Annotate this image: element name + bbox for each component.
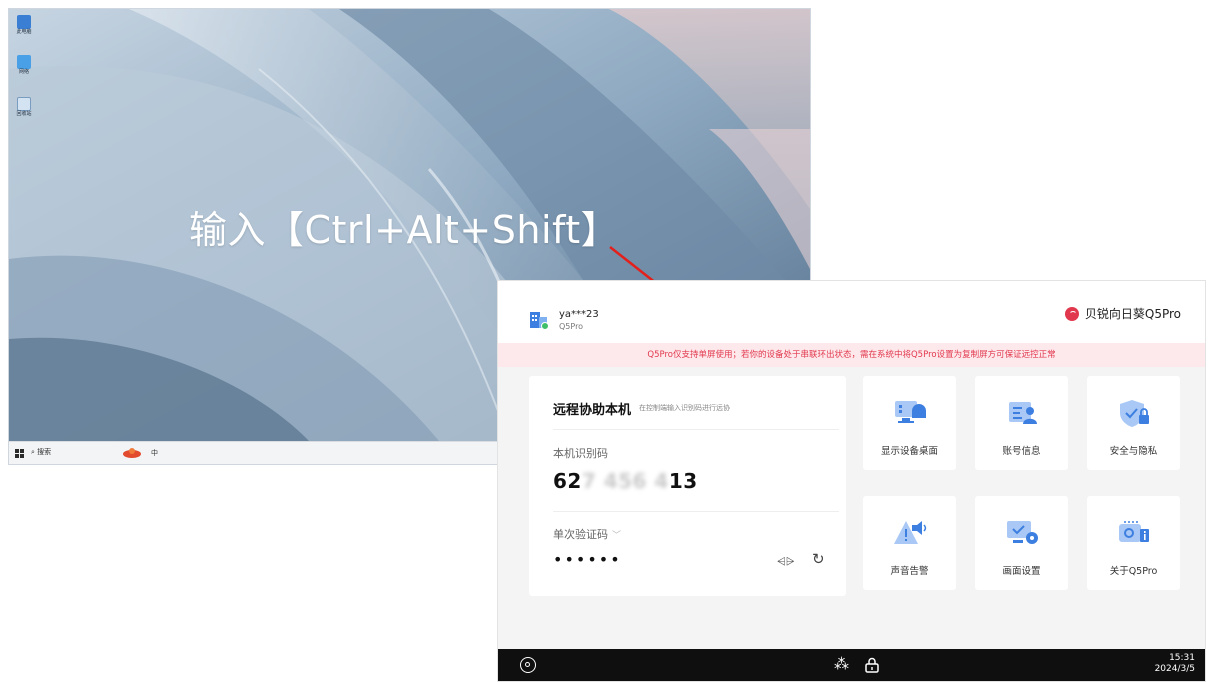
desktop-icon-label: 网络 [18, 69, 29, 75]
tile-about[interactable]: 关于Q5Pro [1087, 496, 1180, 590]
clock: 15:31 2024/3/5 [1155, 653, 1195, 675]
taskbar-search[interactable]: ⌕ 搜索 [31, 447, 51, 457]
divider [553, 429, 839, 430]
taskbar-search-label: 搜索 [37, 448, 52, 456]
display-desktop-icon [895, 401, 926, 423]
tile-label: 声音告警 [890, 566, 929, 577]
panel-status-bar: ⁂ 15:31 2024/3/5 [498, 649, 1205, 681]
shortcut-hint: 输入【Ctrl+Alt+Shift】 [189, 208, 620, 252]
display-settings-icon [1007, 521, 1038, 544]
sunflower-logo-icon [1064, 306, 1079, 321]
brand-logo: 贝锐向日葵Q5Pro [1064, 305, 1181, 322]
computer-icon [17, 15, 31, 29]
brand-name: 贝锐向日葵Q5Pro [1084, 307, 1181, 321]
account-name: ya***23 [559, 309, 599, 320]
eye-closed-icon[interactable]: ⩤⩥ [777, 555, 795, 569]
security-privacy-icon [1120, 400, 1149, 427]
tile-security-privacy[interactable]: 安全与隐私 [1087, 376, 1180, 470]
network-icon [17, 55, 31, 69]
about-icon [1119, 521, 1149, 542]
tile-sound-alert[interactable]: 声音告警 [863, 496, 956, 590]
recycle-bin-icon [17, 97, 31, 111]
tile-display-settings[interactable]: 画面设置 [975, 496, 1068, 590]
refresh-icon[interactable]: ↻ [812, 550, 825, 568]
desktop-icon-label: 回收站 [16, 111, 32, 117]
divider [553, 511, 839, 512]
settings-icon[interactable] [520, 657, 536, 673]
device-code-suffix: 13 [668, 469, 698, 493]
start-icon[interactable] [15, 449, 24, 458]
otp-label: 单次验证码 [553, 528, 608, 541]
desktop-icon-computer[interactable]: 此电脑 [13, 15, 35, 36]
sunflower-app-icon[interactable] [122, 447, 142, 459]
building-avatar-icon [530, 312, 549, 330]
tile-display-desktop[interactable]: 显示设备桌面 [863, 376, 956, 470]
desktop-icon-network[interactable]: 网络 [13, 55, 35, 76]
desktop-icon-recycle-bin[interactable]: 回收站 [13, 97, 35, 118]
clock-time: 15:31 [1169, 653, 1195, 663]
device-code: 627 456 413 [553, 469, 698, 493]
lock-icon[interactable] [865, 657, 879, 673]
tile-label: 显示设备桌面 [880, 446, 938, 457]
tile-label: 账号信息 [1002, 446, 1041, 457]
sound-alert-icon [894, 521, 927, 544]
remote-assist-title: 远程协助本机 [553, 403, 632, 418]
tile-account-info[interactable]: 账号信息 [975, 376, 1068, 470]
device-code-prefix: 62 [553, 469, 582, 493]
tile-label: 画面设置 [1002, 566, 1041, 577]
tile-label: 安全与隐私 [1109, 446, 1158, 457]
desktop-icon-label: 此电脑 [16, 29, 32, 35]
account-info-icon [1009, 402, 1037, 424]
device-code-masked: 7 456 4 [581, 469, 669, 493]
panel-header: ya***23 Q5Pro 贝锐向日葵Q5Pro [498, 281, 1205, 343]
remote-assist-card: 远程协助本机 在控制端输入识别码进行远协 本机识别码 627 456 413 单… [529, 376, 846, 596]
otp-value: •••••• [553, 550, 622, 569]
panel-content: ya***23 Q5Pro 贝锐向日葵Q5Pro Q5Pro仅支持单屏使用；若你… [498, 281, 1205, 649]
loading-icon: ⁂ [834, 655, 849, 673]
remote-assist-subtitle: 在控制端输入识别码进行远协 [639, 404, 730, 412]
input-method-label[interactable]: 中 [151, 448, 158, 458]
q5pro-panel: ya***23 Q5Pro 贝锐向日葵Q5Pro Q5Pro仅支持单屏使用；若你… [497, 280, 1206, 682]
tile-label: 关于Q5Pro [1109, 566, 1158, 577]
search-icon: ⌕ [31, 448, 35, 456]
single-screen-notice: Q5Pro仅支持单屏使用；若你的设备处于串联环出状态，需在系统中将Q5Pro设置… [498, 343, 1205, 367]
clock-date: 2024/3/5 [1154, 664, 1195, 674]
otp-type-dropdown[interactable]: 单次验证码 ﹀ [553, 526, 621, 542]
device-model: Q5Pro [559, 322, 584, 331]
chevron-down-icon: ﹀ [612, 531, 622, 541]
device-code-label: 本机识别码 [553, 447, 608, 460]
